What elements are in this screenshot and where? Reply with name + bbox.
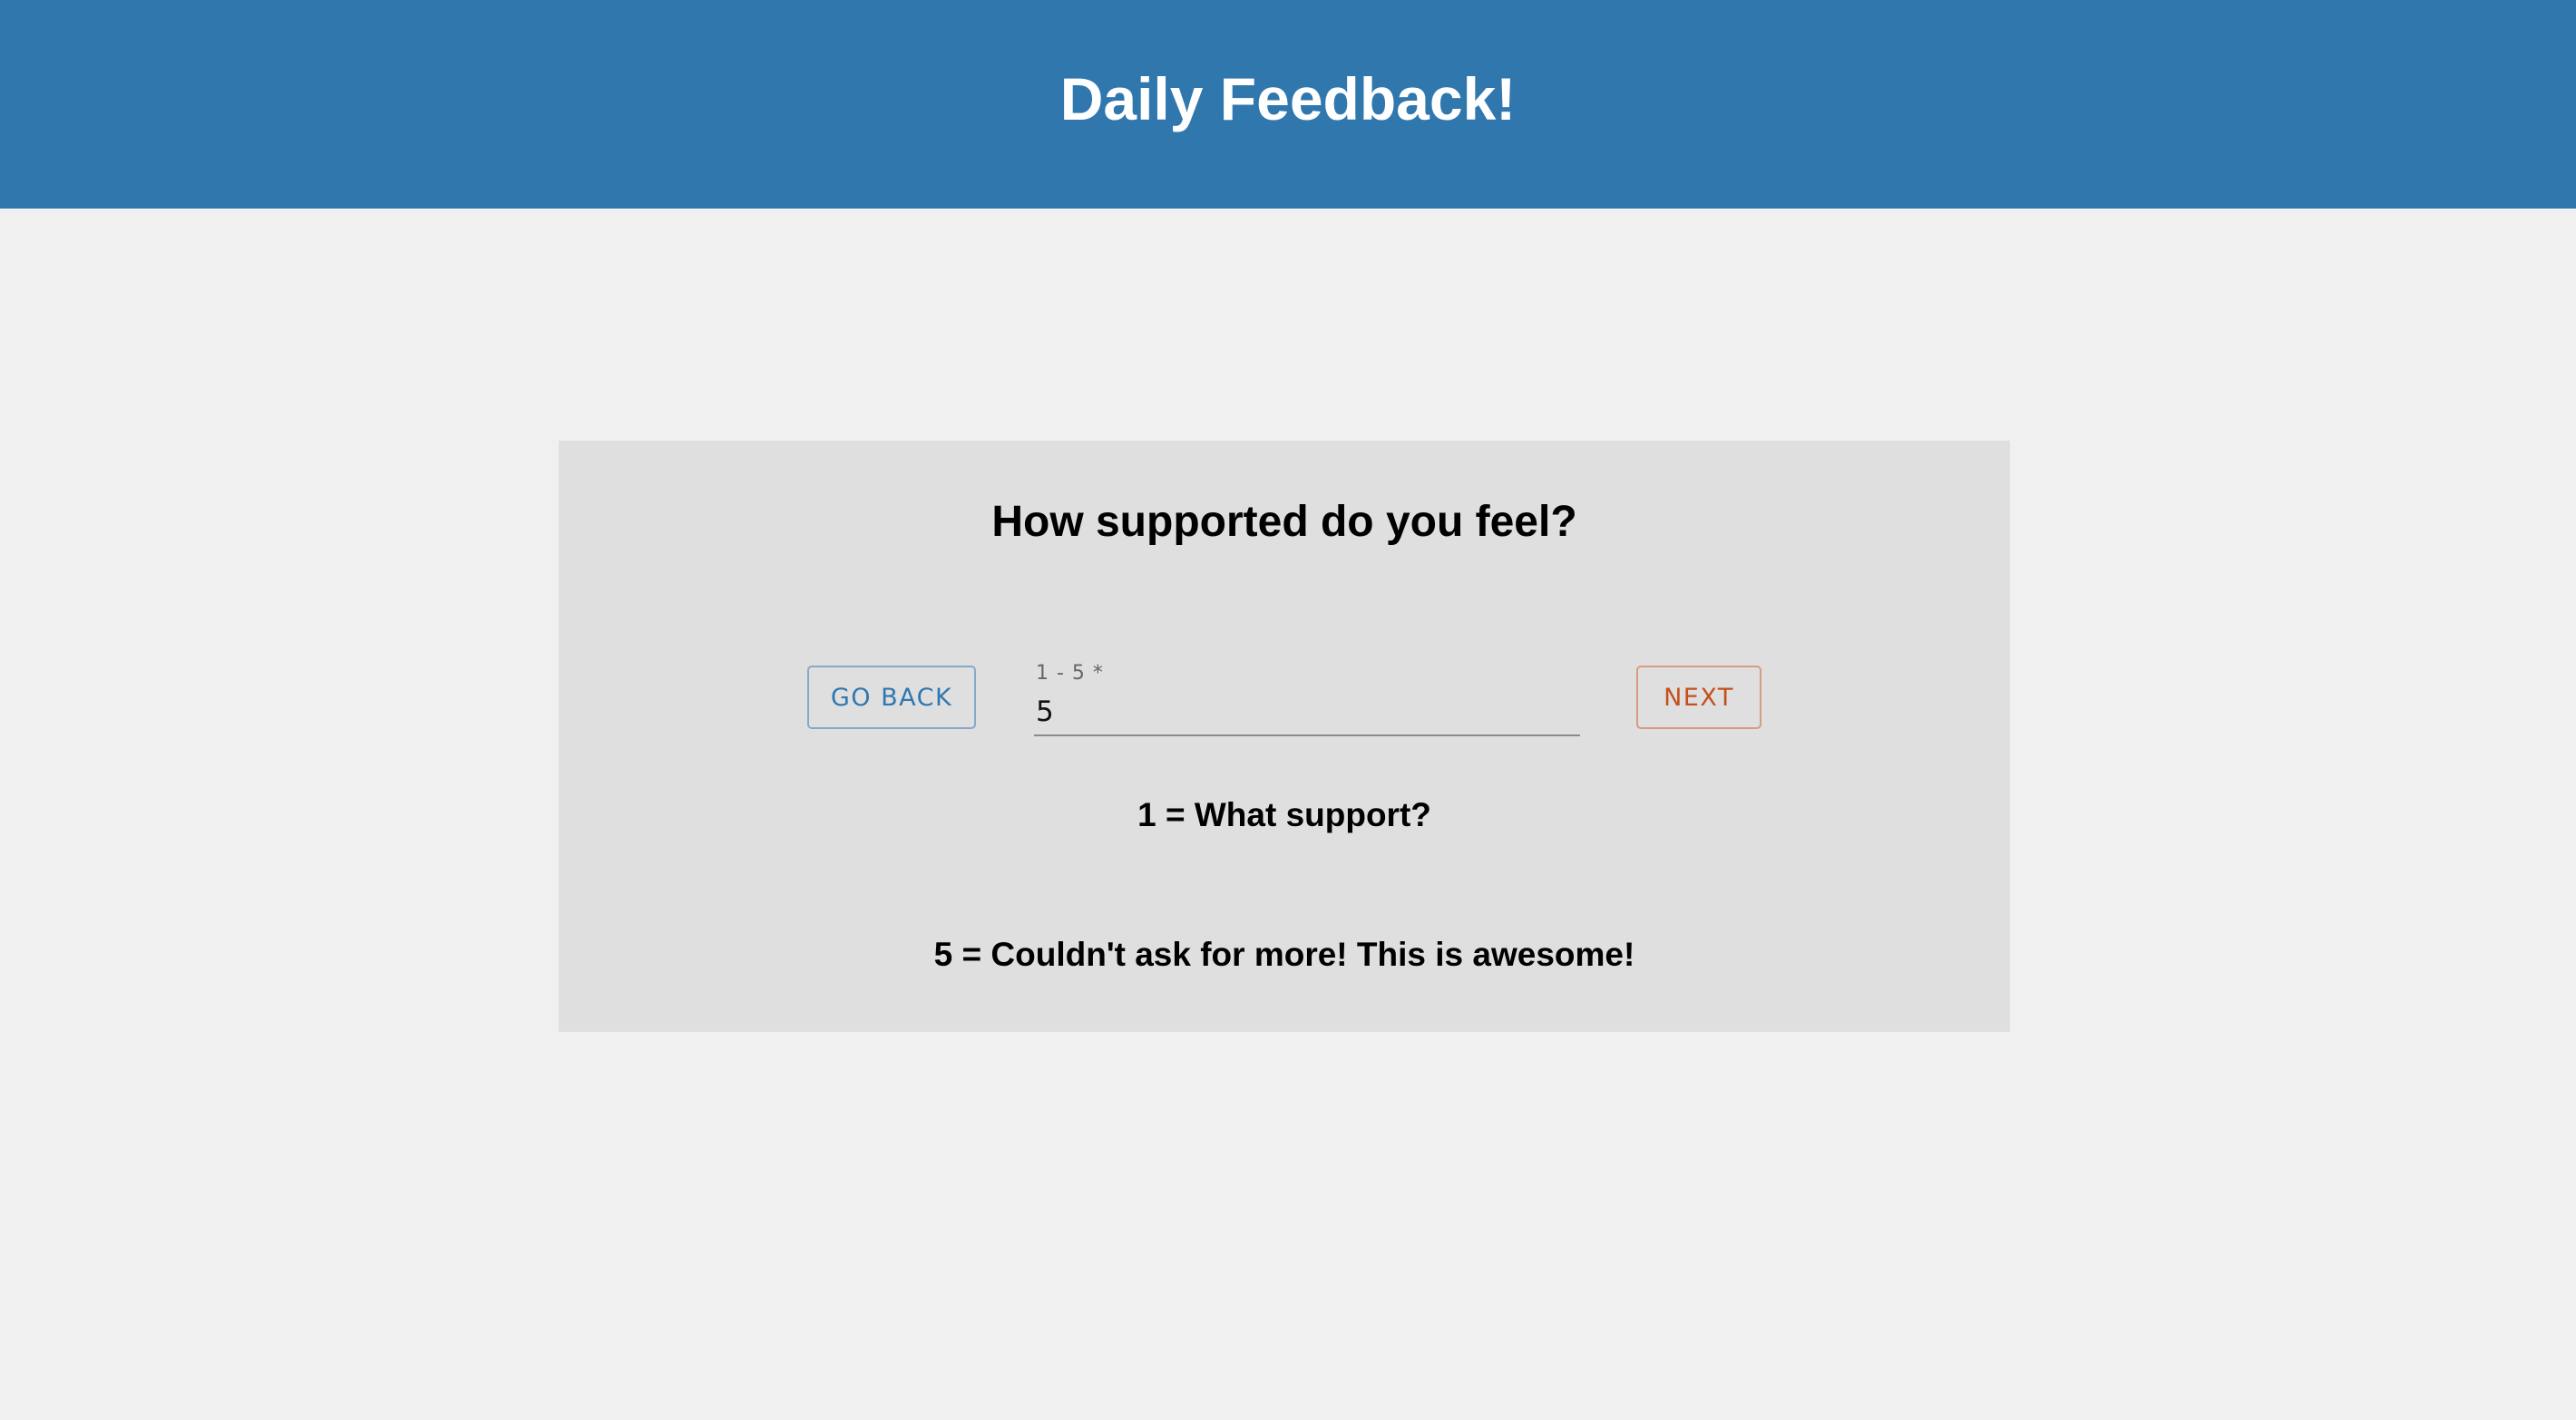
rating-input[interactable] [1034, 689, 1580, 736]
rating-field-label: 1 - 5 * [1036, 662, 1104, 685]
question-title: How supported do you feel? [991, 498, 1577, 546]
next-button[interactable]: NEXT [1636, 666, 1761, 729]
app-title: Daily Feedback! [1059, 65, 1517, 132]
question-card: How supported do you feel? GO BACK 1 - 5… [559, 441, 2010, 1032]
rating-field: 1 - 5 * [1034, 662, 1580, 740]
go-back-button[interactable]: GO BACK [807, 666, 976, 729]
scale-low-description: 1 = What support? [1137, 796, 1431, 833]
app-header: Daily Feedback! [0, 0, 2576, 209]
scale-high-description: 5 = Couldn't ask for more! This is aweso… [933, 936, 1635, 973]
